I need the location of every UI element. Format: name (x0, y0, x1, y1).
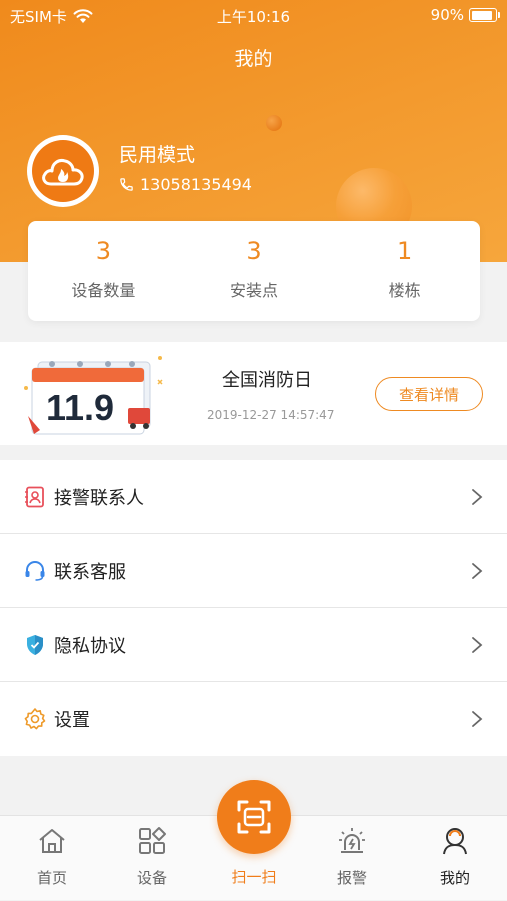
settings-menu: 接警联系人 联系客服 隐私协议 设置 (0, 460, 507, 756)
tab-devices[interactable]: 设备 (107, 816, 197, 901)
tab-label: 报警 (336, 869, 367, 887)
shield-icon (22, 632, 48, 658)
phone-number: 13058135494 (140, 175, 252, 194)
menu-item-privacy-policy[interactable]: 隐私协议 (0, 608, 507, 682)
avatar[interactable] (27, 135, 99, 207)
stat-value: 3 (246, 237, 262, 265)
alarm-icon (339, 828, 365, 853)
stats-card: 3 设备数量 3 安装点 1 楼栋 (28, 221, 480, 321)
gear-icon (22, 706, 48, 732)
stat-value: 1 (397, 237, 413, 265)
user-phone-row: 13058135494 (119, 175, 252, 194)
menu-label: 联系客服 (54, 561, 126, 583)
calendar-date-text: 11.9 (46, 387, 114, 428)
banner-title: 全国消防日 (222, 370, 312, 391)
fire-day-banner[interactable]: 11.9 全国消防日 2019-12-27 14:57:47 查看详情 (0, 342, 507, 445)
chevron-right-icon (472, 489, 483, 505)
battery-icon (469, 8, 500, 22)
phone-icon (120, 178, 133, 191)
battery-percent: 90% (430, 6, 464, 24)
tab-label: 首页 (36, 869, 67, 887)
banner-time: 2019-12-27 14:57:47 (207, 408, 335, 422)
scan-icon (237, 800, 271, 834)
menu-item-customer-service[interactable]: 联系客服 (0, 534, 507, 608)
contact-book-icon (22, 484, 48, 510)
chevron-right-icon (472, 563, 483, 579)
devices-icon (139, 827, 166, 854)
menu-label: 隐私协议 (54, 635, 126, 657)
decorative-bubble (266, 115, 282, 131)
tab-home[interactable]: 首页 (7, 816, 97, 901)
stat-label: 设备数量 (71, 281, 136, 300)
scan-label[interactable]: 扫一扫 (210, 866, 298, 887)
cloud-fire-logo-icon (42, 159, 84, 186)
scan-button[interactable] (217, 780, 291, 854)
home-icon (39, 829, 65, 853)
menu-label: 设置 (54, 710, 90, 731)
calendar-illustration-icon: 11.9 (24, 356, 163, 435)
stat-device-count[interactable]: 3 设备数量 (28, 221, 179, 321)
stat-value: 3 (95, 237, 111, 265)
tab-label: 设备 (136, 869, 167, 887)
page-title: 我的 (234, 48, 273, 70)
view-details-button[interactable]: 查看详情 (375, 377, 483, 411)
chevron-right-icon (472, 637, 483, 653)
user-mode: 民用模式 (119, 144, 196, 166)
menu-item-settings[interactable]: 设置 (0, 682, 507, 756)
menu-label: 接警联系人 (54, 487, 144, 509)
user-icon (443, 828, 467, 855)
tab-label: 我的 (439, 869, 470, 887)
tab-alarm[interactable]: 报警 (307, 816, 397, 901)
menu-item-alarm-contacts[interactable]: 接警联系人 (0, 460, 507, 534)
chevron-right-icon (472, 711, 483, 727)
stat-buildings[interactable]: 1 楼栋 (329, 221, 480, 321)
stat-label: 楼栋 (388, 281, 421, 300)
stat-install-points[interactable]: 3 安装点 (179, 221, 330, 321)
stat-label: 安装点 (230, 281, 279, 300)
status-bar: 无SIM卡 上午10:16 90% (0, 0, 507, 30)
tab-mine[interactable]: 我的 (410, 816, 500, 901)
headset-icon (22, 558, 48, 584)
